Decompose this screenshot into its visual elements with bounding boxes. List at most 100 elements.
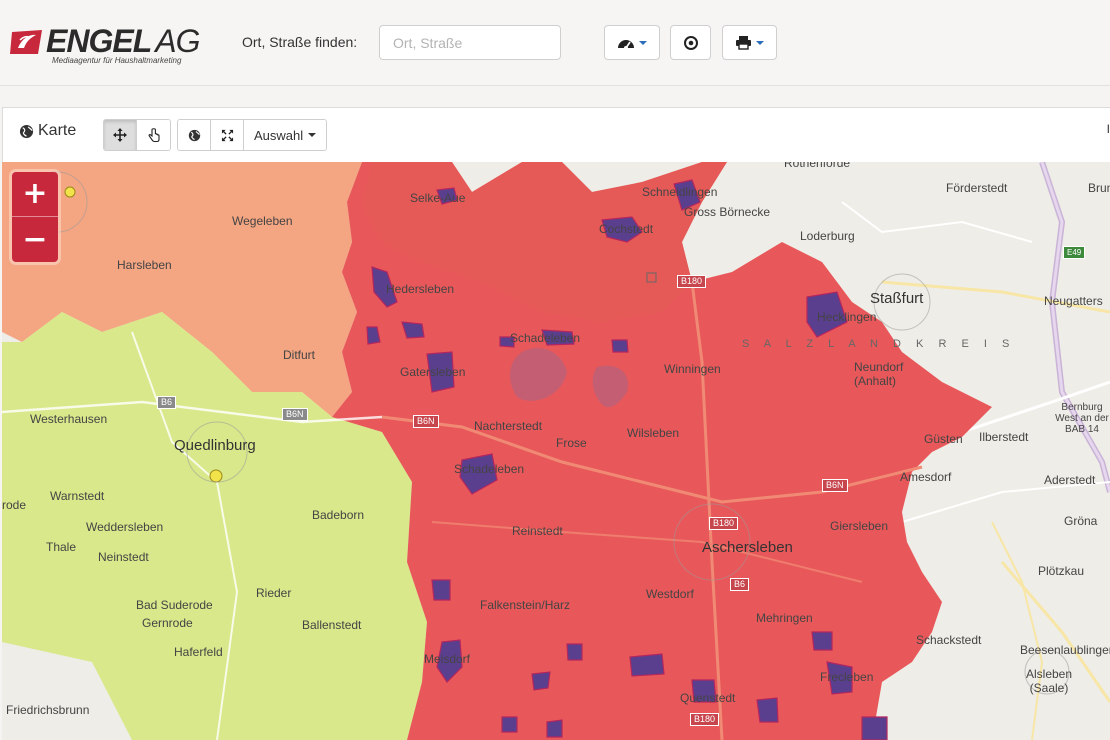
caret-down-icon [756,40,764,45]
map-label: Westdorf [646,587,694,601]
print-icon [736,36,751,50]
selection-dropdown-button[interactable]: Auswahl [244,120,327,150]
map-label: Wilsleben [627,426,680,440]
map-label: Güsten [924,432,963,446]
map-label: Gröna [1064,514,1098,528]
map-mode-group [103,119,171,151]
move-icon [113,128,127,142]
map-label: Frose [556,436,587,450]
map-label: Quedlinburg [174,437,256,454]
road-shield: B180 [690,713,720,726]
road-shield: B6N [282,408,308,421]
map-label: Giersleben [830,519,889,533]
map-label: Beesenlaublingen [1020,643,1110,657]
search-label: Ort, Straße finden: [242,34,358,50]
map-label: Schneidlingen [642,185,718,199]
road-shield: B6 [157,396,177,409]
map-label: Bad Suderode [136,598,213,612]
caret-down-icon [308,133,317,137]
map-label: Harsleben [117,258,172,272]
map-label: Hedersleben [386,282,455,296]
engel-ag-logo[interactable]: ENGEL AG Mediaagentur für Haushaltmarketi… [8,24,203,66]
panel-title: Karte [19,122,76,140]
zoom-in-button[interactable]: + [12,172,58,217]
print-dropdown-button[interactable] [722,25,777,60]
map-label: Schackstedt [916,633,982,647]
dashboard-dropdown-button[interactable] [604,25,660,60]
town-marker[interactable] [64,186,76,198]
map-label: Gross Börnecke [684,205,771,219]
map-label: Badeborn [312,508,365,522]
globe-icon [188,129,200,141]
map-label: Neugatters [1044,294,1103,308]
locate-button[interactable] [670,25,711,60]
fullscreen-button[interactable] [211,120,244,150]
map-label: rode [2,498,27,512]
select-tool-button[interactable] [137,120,170,150]
map-label: Plötzkau [1038,564,1085,578]
map-label: Schadeleben [510,331,581,345]
map-label: Ditfurt [283,348,316,362]
pan-tool-button[interactable] [104,120,137,150]
map-label: Brum [1088,181,1110,195]
map-view-group: Auswahl [177,119,328,151]
road-shield: E49 [1063,246,1086,259]
map-label: Rothenförde [784,162,851,170]
map-label: Frecleben [820,670,874,684]
town-marker[interactable] [209,469,223,483]
map-label: Meisdorf [424,652,471,666]
map-canvas[interactable]: + − Rothenförde Förderstedt Brum Selke-A… [2,162,1110,740]
map-label: Selke-Aue [410,191,466,205]
map-label: Amesdorf [900,470,952,484]
map-label: Westerhausen [30,412,108,426]
map-label: Quenstedt [680,691,736,705]
map-label: Friedrichsbrunn [6,703,90,717]
map-label: Loderburg [800,229,855,243]
dashboard-icon [618,39,634,50]
caret-down-icon [639,40,647,45]
panel-title-text: Karte [38,122,77,139]
app-header: ENGEL AG Mediaagentur für Haushaltmarketi… [0,0,1110,86]
map-label: Nachterstedt [474,419,543,433]
map-label: Weddersleben [86,520,164,534]
map-label: Staßfurt [870,290,924,307]
road-shield: B6N [822,479,848,492]
road-shield: B180 [677,275,707,288]
map-label: Falkenstein/Harz [480,598,571,612]
engel-logo-icon [10,30,42,54]
zoom-control: + − [12,172,58,262]
map-label: Aderstedt [1044,473,1096,487]
region-label: S A L Z L A N D K R E I S [742,338,1016,350]
globe-icon [19,124,34,138]
globe-button[interactable] [178,120,211,150]
map-label: Hecklingen [817,310,877,324]
map-layer [2,162,1110,740]
map-label: Ballenstedt [302,618,362,632]
hand-pointer-icon [148,127,160,142]
map-label: Winningen [664,362,721,376]
logo-tagline: Mediaagentur für Haushaltmarketing [52,56,182,65]
road-shield: B180 [709,517,739,530]
map-label: Neundorf (Anhalt) [854,360,904,388]
expand-icon [221,129,233,141]
zoom-out-button[interactable]: − [12,217,58,262]
map-label: Warnstedt [50,489,105,503]
road-shield: B6 [730,578,750,591]
map-label: Alsleben (Saale) [1025,667,1073,695]
target-icon [683,35,698,50]
map-toolbar: Auswahl [103,119,328,151]
map-label: Reinstedt [512,524,563,538]
map-label: Ilberstedt [979,430,1029,444]
map-label: Bernburg West an der BAB 14 [1055,402,1109,435]
map-label: Gatersleben [400,365,466,379]
map-label: Mehringen [756,611,813,625]
selection-dropdown-label: Auswahl [254,127,304,143]
panel-edge-text: I [1106,122,1110,136]
location-search-input[interactable] [379,25,561,60]
logo-wordmark: ENGEL AG [46,23,200,59]
map-label: Wegeleben [232,214,293,228]
map-label: Cochstedt [599,222,654,236]
map-label: Haferfeld [174,645,223,659]
map-label: Förderstedt [946,181,1008,195]
road-shield: B6N [413,415,439,428]
